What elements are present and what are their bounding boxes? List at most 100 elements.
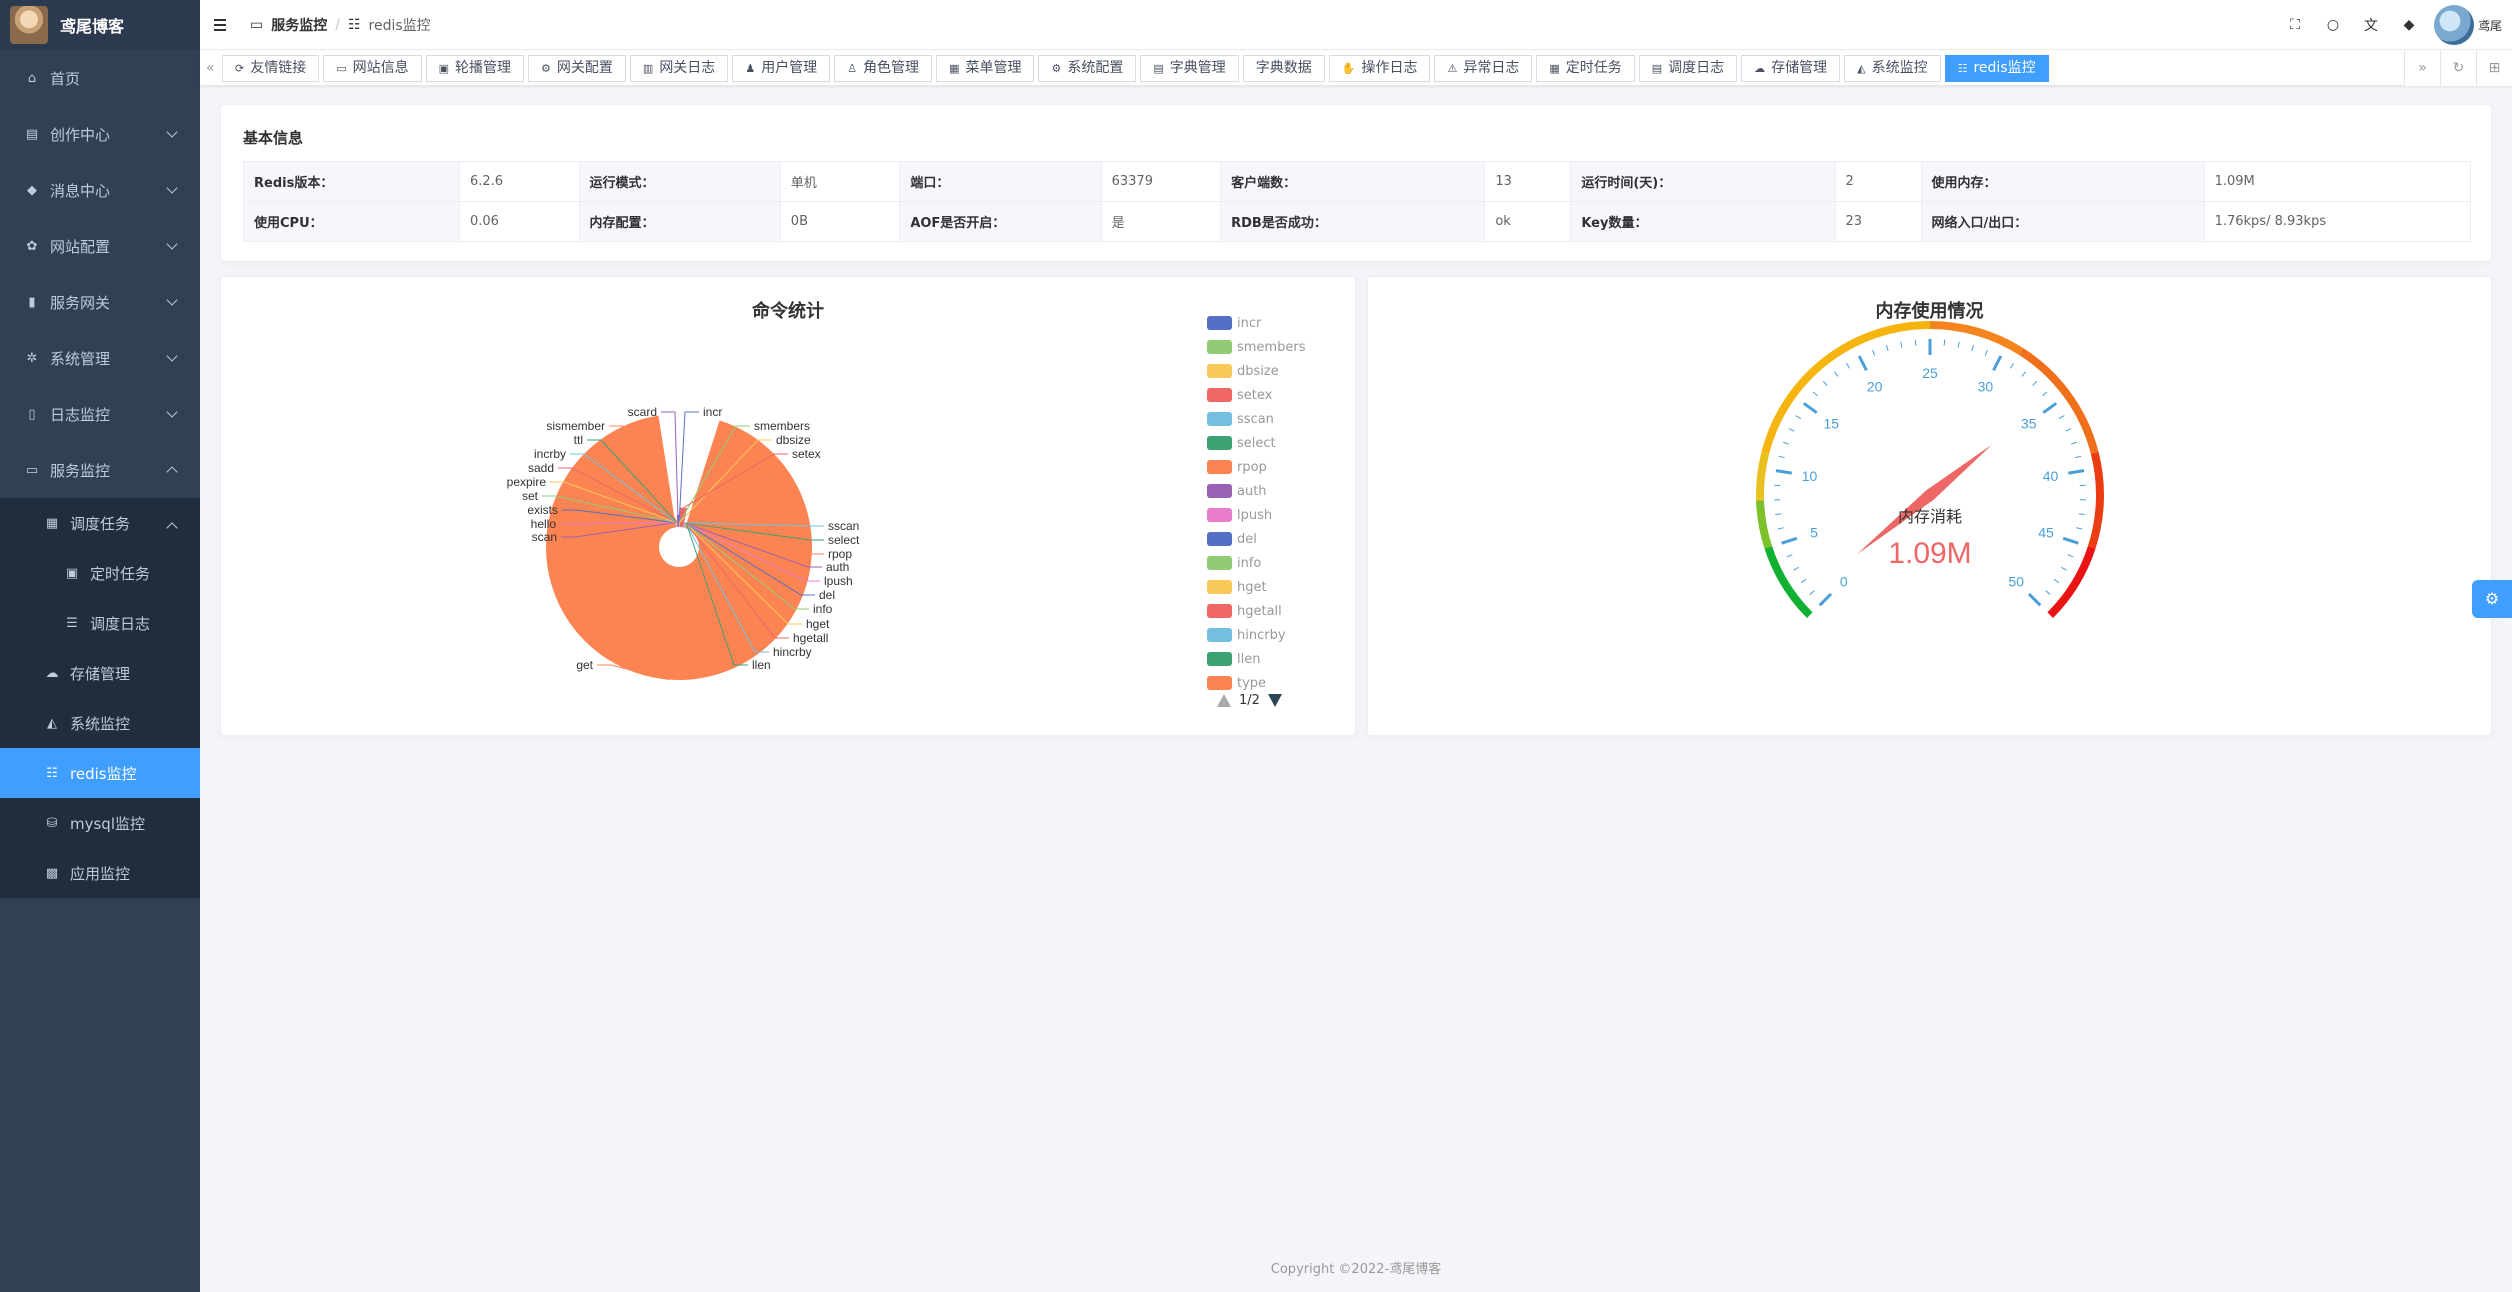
refresh-icon[interactable]: ↻	[2440, 50, 2476, 86]
sidebar-item-system-monitor[interactable]: ◭ 系统监控	[0, 698, 200, 748]
gauge-minor-tick	[1971, 345, 1975, 352]
tab-14[interactable]: ▤ 调度日志	[1638, 55, 1738, 82]
gauge-minor-tick	[1795, 415, 1802, 420]
tab-label: 定时任务	[1565, 60, 1622, 76]
scroll-right-icon[interactable]: »	[2404, 50, 2440, 86]
legend-swatch	[1207, 604, 1232, 618]
sidebar-item-home[interactable]: ⌂ 首页	[0, 50, 200, 106]
pie-label: setex	[792, 447, 821, 461]
chevron-down-icon	[166, 182, 178, 194]
legend-item[interactable]: sscan	[1207, 407, 1305, 431]
tab-icon: ▤	[1651, 62, 1663, 75]
tab-10[interactable]: 字典数据	[1242, 55, 1325, 82]
tab-8[interactable]: ⚙ 系统配置	[1038, 55, 1137, 82]
sidebar: 鸢尾博客 ⌂ 首页 ▤ 创作中心 ◆ 消息中心 ✿ 网站配置 ▮ 服务网关 ✲ …	[0, 0, 200, 1292]
sidebar-item-schedule-log[interactable]: ☰ 调度日志	[0, 598, 200, 648]
fullscreen-icon[interactable]: ⛶	[2276, 17, 2314, 33]
legend-item[interactable]: auth	[1207, 479, 1305, 503]
legend-item[interactable]: lpush	[1207, 503, 1305, 527]
tab-1[interactable]: ▭ 网站信息	[323, 55, 422, 82]
gauge-major-tick	[1818, 592, 1833, 607]
scroll-left-icon[interactable]: «	[206, 60, 215, 76]
legend-item[interactable]: hgetall	[1207, 599, 1305, 623]
sidebar-item-app-monitor[interactable]: ▩ 应用监控	[0, 848, 200, 898]
legend-item[interactable]: type	[1207, 671, 1305, 695]
tab-0[interactable]: ⟳ 友情链接	[222, 55, 320, 82]
legend-item[interactable]: hincrby	[1207, 623, 1305, 647]
gauge-tick-label: 10	[1802, 468, 1818, 484]
legend-label: hget	[1237, 579, 1267, 595]
sidebar-item-log-monitor[interactable]: ▯ 日志监控	[0, 386, 200, 442]
tab-6[interactable]: ♙ 角色管理	[834, 55, 933, 82]
tab-5[interactable]: ♟ 用户管理	[732, 55, 831, 82]
legend-prev-icon[interactable]	[1217, 694, 1231, 707]
sidebar-item-schedule[interactable]: ▦ 调度任务	[0, 498, 200, 548]
tab-label: 操作日志	[1361, 60, 1418, 76]
command-stats-card: 命令统计 incr smembers dbsize setex sscan select r…	[220, 276, 1356, 736]
gauge-major-tick	[1857, 355, 1868, 371]
pie-label: info	[813, 602, 833, 616]
settings-gear-icon[interactable]: ⚙	[2472, 580, 2512, 618]
tab-3[interactable]: ⚙ 网关配置	[528, 55, 626, 82]
legend-next-icon[interactable]	[1267, 694, 1282, 707]
tab-13[interactable]: ▦ 定时任务	[1536, 55, 1635, 82]
tab-9[interactable]: ▤ 字典管理	[1140, 55, 1239, 82]
sidebar-item-gateway[interactable]: ▮ 服务网关	[0, 274, 200, 330]
gauge-minor-tick	[2021, 371, 2027, 377]
tags-menu-icon[interactable]: ⊞	[2476, 50, 2512, 86]
legend-swatch	[1207, 508, 1232, 522]
legend-item[interactable]: smembers	[1207, 335, 1305, 359]
sidebar-item-storage[interactable]: ☁ 存储管理	[0, 648, 200, 698]
sidebar-item-mysql-monitor[interactable]: ⛁ mysql监控	[0, 798, 200, 848]
legend-item[interactable]: setex	[1207, 383, 1305, 407]
tab-15[interactable]: ☁ 存储管理	[1741, 55, 1841, 82]
legend-item[interactable]: info	[1207, 551, 1305, 575]
sidebar-item-redis-monitor[interactable]: ☷ redis监控	[0, 748, 200, 798]
legend-item[interactable]: llen	[1207, 647, 1305, 671]
header-right: ⛶ ○ 文 ◆ 鸢尾	[2276, 0, 2512, 50]
tab-11[interactable]: ✋ 操作日志	[1328, 55, 1431, 82]
legend-item[interactable]: rpop	[1207, 455, 1305, 479]
legend-item[interactable]: dbsize	[1207, 359, 1305, 383]
hamburger-icon[interactable]	[214, 18, 232, 31]
gauge-minor-tick	[1812, 391, 1818, 397]
tab-icon: ▣	[438, 62, 450, 75]
grid-icon: ▩	[45, 865, 59, 881]
database-icon: ⛁	[46, 815, 58, 831]
logo[interactable]: 鸢尾博客	[0, 0, 200, 50]
bell-icon[interactable]: ◆	[2390, 17, 2428, 33]
info-label: 运行模式：	[578, 161, 781, 202]
submenu-service-monitor: ▦ 调度任务 ▣ 定时任务 ☰ 调度日志 ☁ 存储管理 ◭ 系统监控 ☷ red…	[0, 498, 200, 898]
tab-16[interactable]: ◭ 系统监控	[1844, 55, 1941, 82]
sidebar-item-timed-task[interactable]: ▣ 定时任务	[0, 548, 200, 598]
sidebar-item-creation[interactable]: ▤ 创作中心	[0, 106, 200, 162]
sidebar-item-site-config[interactable]: ✿ 网站配置	[0, 218, 200, 274]
legend-item[interactable]: select	[1207, 431, 1305, 455]
gauge-minor-tick	[2067, 554, 2074, 558]
info-label: 端口：	[899, 161, 1102, 202]
tab-icon: ⚙	[1051, 62, 1062, 75]
tab-4[interactable]: ▥ 网关日志	[629, 55, 729, 82]
legend-item[interactable]: hget	[1207, 575, 1305, 599]
avatar[interactable]	[2433, 5, 2474, 45]
tab-7[interactable]: ▦ 菜单管理	[936, 55, 1035, 82]
username[interactable]: 鸢尾	[2478, 17, 2502, 34]
legend-swatch	[1207, 364, 1232, 378]
legend-item[interactable]: incr	[1207, 311, 1305, 335]
legend-item[interactable]: del	[1207, 527, 1305, 551]
search-icon[interactable]: ○	[2314, 17, 2352, 33]
tab-12[interactable]: ⚠ 异常日志	[1434, 55, 1533, 82]
list-icon: ☰	[66, 615, 78, 631]
sidebar-item-system[interactable]: ✲ 系统管理	[0, 330, 200, 386]
info-label: Key数量：	[1570, 201, 1836, 242]
sidebar-item-service-monitor[interactable]: ▭ 服务监控	[0, 442, 200, 498]
tab-2[interactable]: ▣ 轮播管理	[425, 55, 525, 82]
sidebar-item-messages[interactable]: ◆ 消息中心	[0, 162, 200, 218]
tab-17[interactable]: ☷ redis监控	[1944, 55, 2049, 82]
tab-icon: ▦	[1549, 62, 1560, 75]
translate-icon[interactable]: 文	[2352, 15, 2390, 35]
sidebar-item-label: 存储管理	[70, 664, 131, 683]
legend-swatch	[1207, 676, 1232, 690]
monitor-icon: ▭	[25, 462, 39, 478]
breadcrumb-parent[interactable]: 服务监控	[271, 15, 327, 35]
